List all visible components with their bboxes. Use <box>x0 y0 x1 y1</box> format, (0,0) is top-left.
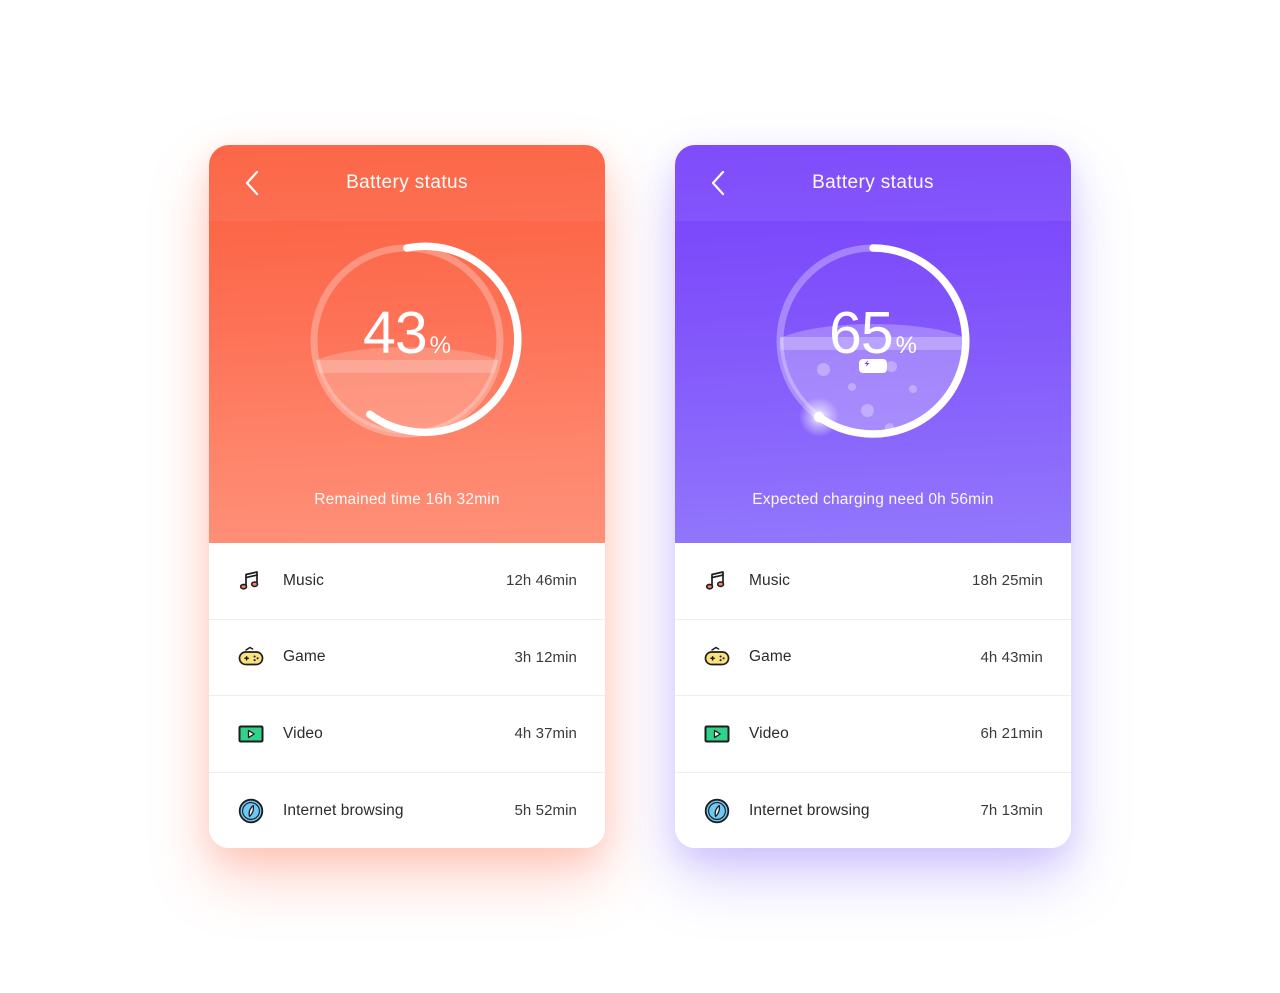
list-item[interactable]: Video 6h 21min <box>675 696 1071 773</box>
screens-container: Battery status 43 % Remained time 16h 32… <box>0 0 1280 993</box>
list-item-value: 18h 25min <box>972 572 1043 590</box>
list-item-value: 4h 37min <box>514 725 577 743</box>
list-item-label: Game <box>749 648 792 666</box>
gamepad-icon <box>235 641 267 673</box>
video-play-icon <box>235 718 267 750</box>
gamepad-icon <box>701 641 733 673</box>
list-item-value: 5h 52min <box>514 802 577 820</box>
percentage-sign: % <box>429 331 451 359</box>
list-item-label: Music <box>283 571 324 589</box>
compass-icon <box>701 795 733 827</box>
list-item-label: Video <box>749 724 789 742</box>
list-item-label: Internet browsing <box>749 801 870 819</box>
list-item-value: 4h 43min <box>980 648 1043 666</box>
battery-hero-red: Battery status 43 % Remained time 16h 32… <box>209 145 605 543</box>
percentage-value: 65 <box>829 299 894 366</box>
music-note-icon <box>701 565 733 597</box>
list-item-value: 3h 12min <box>514 648 577 666</box>
music-note-icon <box>235 565 267 597</box>
status-text: Remained time 16h 32min <box>314 491 500 508</box>
battery-charging-icon <box>859 359 887 373</box>
list-item[interactable]: Internet browsing 7h 13min <box>675 773 1071 849</box>
battery-status-card-purple: Battery status 65 % Expected charging ne… <box>675 145 1071 848</box>
battery-status-card-red: Battery status 43 % Remained time 16h 32… <box>209 145 605 848</box>
list-item-value: 12h 46min <box>506 572 577 590</box>
phone-screen-discharging: Battery status 43 % Remained time 16h 32… <box>209 145 605 848</box>
percentage-sign: % <box>895 331 917 359</box>
list-item-label: Internet browsing <box>283 801 404 819</box>
list-item[interactable]: Music 18h 25min <box>675 543 1071 620</box>
list-item[interactable]: Game 4h 43min <box>675 620 1071 696</box>
list-item-label: Game <box>283 648 326 666</box>
list-item-value: 6h 21min <box>980 725 1043 743</box>
list-item[interactable]: Music 12h 46min <box>209 543 605 620</box>
battery-gauge-purple: 65 % <box>773 241 973 441</box>
phone-screen-charging: Battery status 65 % Expected charging ne… <box>675 145 1071 848</box>
list-item-label: Video <box>283 724 323 742</box>
list-item-value: 7h 13min <box>980 802 1043 820</box>
list-item[interactable]: Game 3h 12min <box>209 620 605 696</box>
status-text: Expected charging need 0h 56min <box>752 491 994 508</box>
battery-hero-purple: Battery status 65 % Expected charging ne… <box>675 145 1071 543</box>
percentage-value: 43 <box>363 299 428 366</box>
list-item[interactable]: Internet browsing 5h 52min <box>209 773 605 849</box>
app-bar: Battery status <box>675 145 1071 221</box>
video-play-icon <box>701 718 733 750</box>
percentage-display: 65 % <box>773 241 973 441</box>
app-bar: Battery status <box>209 145 605 221</box>
page-title: Battery status <box>346 172 468 193</box>
percentage-display: 43 % <box>307 241 507 441</box>
battery-gauge-red: 43 % <box>307 241 522 441</box>
page-title: Battery status <box>812 172 934 193</box>
usage-list-red: Music 12h 46min Game 3h 12min Video 4h 3… <box>209 543 605 848</box>
list-item-label: Music <box>749 571 790 589</box>
usage-list-purple: Music 18h 25min Game 4h 43min Video 6h 2… <box>675 543 1071 848</box>
list-item[interactable]: Video 4h 37min <box>209 696 605 773</box>
compass-icon <box>235 795 267 827</box>
